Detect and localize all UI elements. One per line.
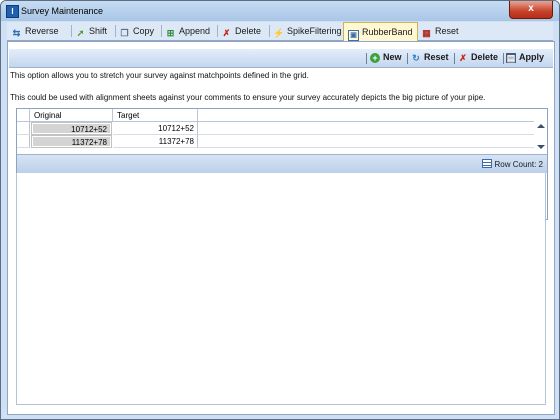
grid-toolbar: + New ↻ Reset ✗ Delete ▤ Apply (9, 49, 553, 68)
row-count-value: 2 (538, 160, 543, 169)
close-button[interactable]: x (509, 1, 553, 19)
reverse-arrows-icon: ⇆ (12, 28, 21, 38)
header-filler (198, 109, 534, 122)
cell-original: 10712+52 (31, 122, 112, 135)
tab-spikefiltering[interactable]: ⚡ SpikeFiltering (269, 23, 342, 39)
reset-label: Reset (424, 52, 449, 62)
tab-label: Append (179, 26, 211, 36)
refresh-icon: ↻ (412, 53, 420, 63)
delete-label: Delete (471, 52, 499, 62)
tab-reset[interactable]: ▦ Reset (421, 23, 459, 39)
grid-footer: Row Count: 2 (17, 154, 547, 173)
row-filler (198, 135, 534, 148)
new-label: New (383, 52, 402, 62)
empty-panel-area (16, 173, 546, 405)
delete-x-icon: ✗ (222, 28, 231, 38)
reset-grid-icon: ▦ (422, 28, 431, 38)
apply-label: Apply (519, 52, 545, 62)
row-count: Row Count: 2 (481, 159, 543, 169)
tab-label: Delete (235, 26, 262, 36)
delete-x-icon: ✗ (459, 53, 467, 63)
tab-label: SpikeFiltering (287, 26, 342, 36)
vertical-scrollbar[interactable] (535, 122, 547, 153)
spike-filter-icon: ⚡ (273, 28, 285, 38)
row-selector-header (17, 109, 30, 122)
scroll-down-arrow-icon[interactable] (537, 145, 545, 149)
cell-target[interactable]: 11372+78 (113, 135, 198, 148)
scroll-up-arrow-icon[interactable] (537, 124, 545, 128)
column-header-original[interactable]: Original (30, 109, 113, 122)
toolbar-separator (407, 53, 408, 64)
cell-target[interactable]: 10712+52 (113, 122, 198, 135)
append-icon: ⊞ (166, 28, 175, 38)
column-header-target[interactable]: Target (113, 109, 198, 122)
window-title: Survey Maintenance (21, 6, 104, 16)
app-icon: I (6, 5, 19, 18)
new-button[interactable]: + New (370, 52, 402, 63)
shift-arrow-icon: ➚ (76, 28, 85, 38)
row-count-label: Row Count: (494, 160, 537, 169)
survey-maintenance-window: I Survey Maintenance x ⇆ Reverse ➚ Shift ❐… (0, 0, 560, 420)
tab-label: Copy (133, 26, 155, 36)
grid-table-icon (481, 159, 492, 168)
tab-append[interactable]: ⊞ Append (160, 23, 211, 39)
toolbar-separator (503, 53, 504, 64)
cell-original: 11372+78 (31, 135, 112, 148)
tab-label: Shift (89, 26, 108, 36)
tab-delete[interactable]: ✗ Delete (216, 23, 262, 39)
toolbar-separator (454, 53, 455, 64)
title-bar[interactable]: I Survey Maintenance x (1, 1, 559, 21)
add-circle-icon: + (370, 53, 380, 63)
toolbar-separator (366, 53, 367, 64)
row-selector[interactable] (17, 122, 30, 135)
tab-rubberband[interactable]: ▣ RubberBand (343, 22, 418, 41)
row-filler (198, 122, 534, 135)
tab-label: RubberBand (362, 27, 413, 37)
copy-icon: ❐ (120, 28, 129, 38)
delete-button[interactable]: ✗ Delete (458, 52, 498, 63)
apply-button[interactable]: ▤ Apply (506, 52, 544, 63)
rubberband-icon: ▣ (348, 30, 359, 41)
tab-shift[interactable]: ➚ Shift (70, 23, 108, 39)
tab-strip: ⇆ Reverse ➚ Shift ❐ Copy ⊞ Append ✗ Delete ⚡ S… (7, 22, 553, 41)
tab-label: Reverse (25, 26, 59, 36)
row-selector[interactable] (17, 135, 30, 148)
tab-label: Reset (435, 26, 459, 36)
save-disk-icon: ▤ (506, 53, 516, 63)
tab-reverse[interactable]: ⇆ Reverse (11, 23, 59, 39)
info-text-line-2: This could be used with alignment sheets… (10, 93, 486, 102)
info-text-line-1: This option allows you to stretch your s… (10, 71, 309, 80)
reset-button[interactable]: ↻ Reset (411, 52, 449, 63)
tab-copy[interactable]: ❐ Copy (114, 23, 155, 39)
grid-table: Original Target 10712+52 10712+52 11372+… (17, 109, 534, 153)
rubberband-panel: + New ↻ Reset ✗ Delete ▤ Apply This option a… (7, 41, 555, 415)
